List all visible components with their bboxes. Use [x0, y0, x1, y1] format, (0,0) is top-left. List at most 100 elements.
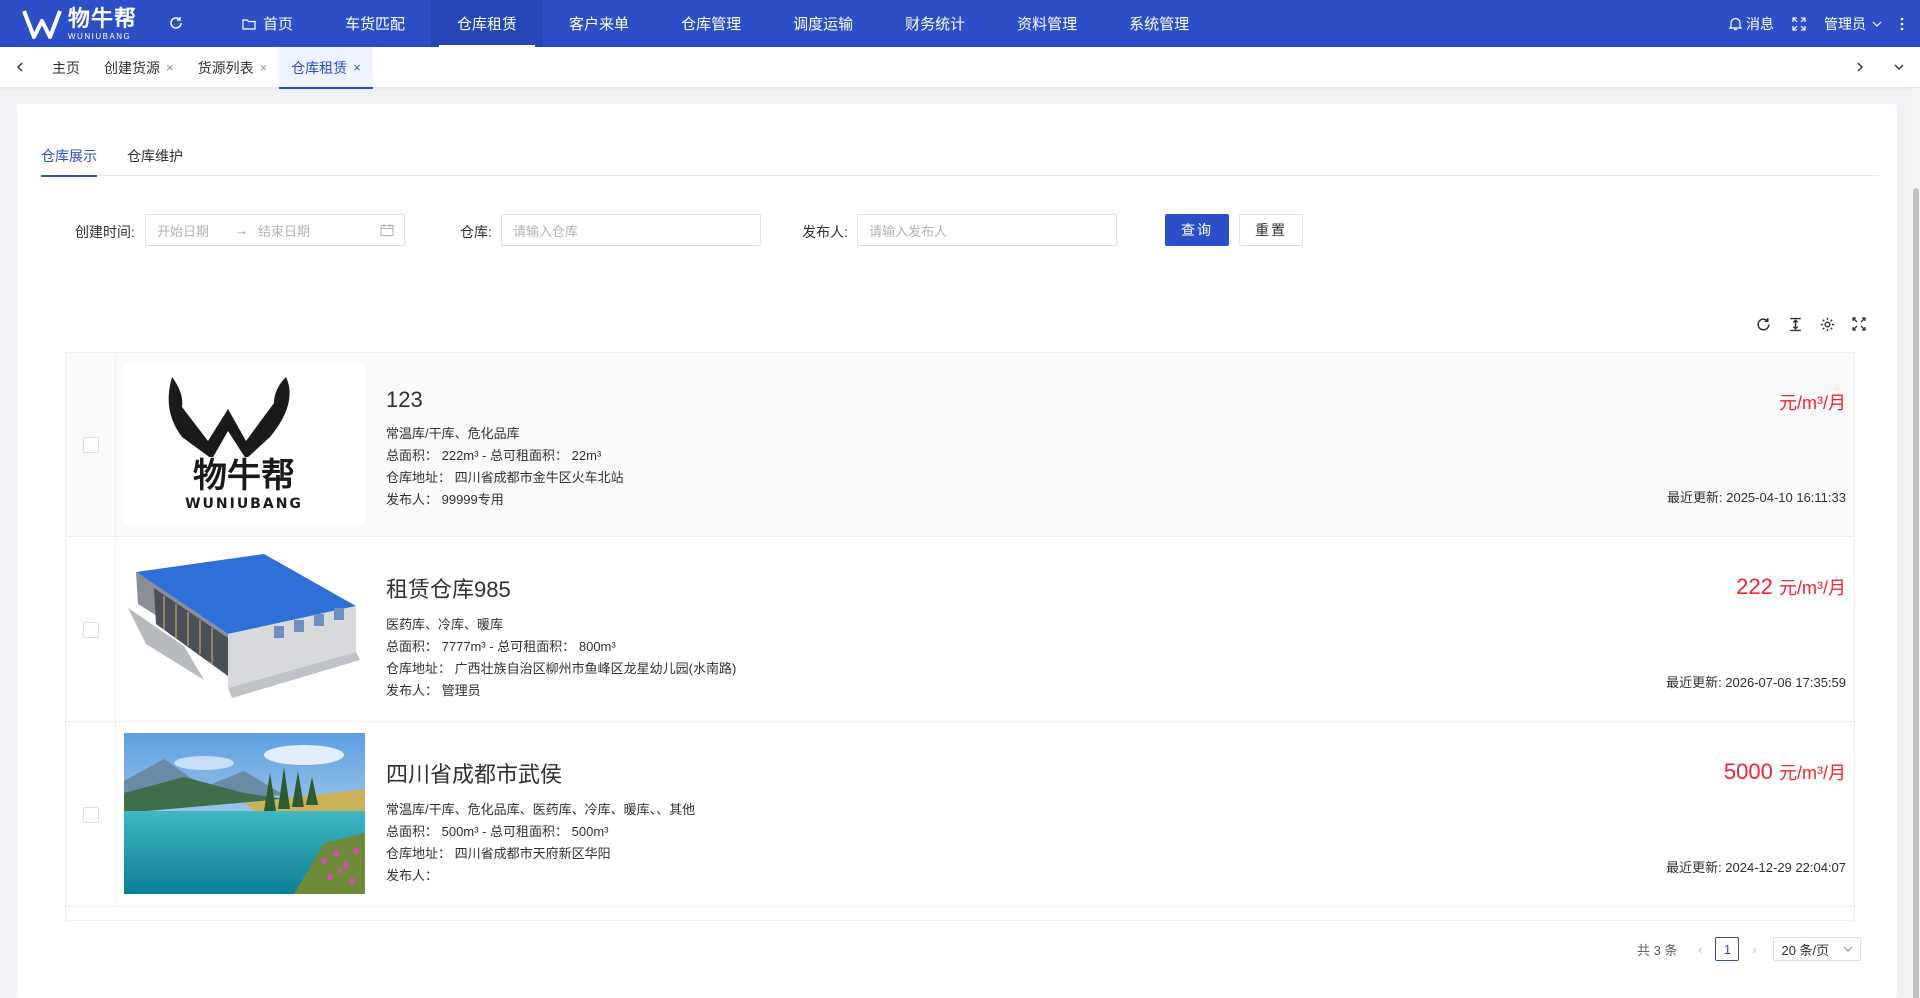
tag-create-cargo[interactable]: 创建货源 × — [92, 47, 186, 88]
end-date-input[interactable]: 结束日期 — [258, 221, 310, 240]
tags-dropdown-icon[interactable] — [1889, 57, 1909, 77]
table-toolbar — [1741, 314, 1869, 334]
warehouse-image-lake — [124, 733, 365, 894]
warehouse-label: 仓库: — [460, 224, 492, 240]
top-navbar: 物牛帮 WUNIUBANG 首页 车货匹配 仓库租赁 客户来单 仓库管理 调度运… — [0, 0, 1920, 47]
warehouse-input[interactable]: 请输入仓库 — [501, 214, 761, 246]
menu-item-vehicle-match[interactable]: 车货匹配 — [319, 0, 431, 47]
warehouse-types: 常温库/干库、危化品库、医药库、冷库、暖库、、其他 — [386, 802, 696, 817]
warehouse-address: 仓库地址： 广西壮族自治区柳州市鱼峰区龙星幼儿园(水南路) — [386, 661, 737, 676]
brand-name-en: WUNIUBANG — [68, 31, 132, 41]
warehouse-publisher: 发布人： 管理员 — [386, 683, 481, 698]
tags-bar: 主页 创建货源 × 货源列表 × 仓库租赁 × — [0, 47, 1920, 89]
warehouse-types: 医药库、冷库、暖库 — [386, 617, 504, 632]
user-menu[interactable]: 管理员 — [1824, 14, 1882, 34]
warehouse-list: 物牛帮 WUNIUBANG 123 常温库/干库、危化品库 总面积： 222m³… — [65, 352, 1855, 921]
messages-button[interactable]: 消息 — [1729, 14, 1774, 34]
close-icon[interactable]: × — [260, 60, 268, 75]
column-height-icon[interactable] — [1785, 314, 1805, 334]
row-checkbox[interactable] — [83, 437, 99, 453]
settings-gear-icon[interactable] — [1817, 314, 1837, 334]
menu-item-customer-orders[interactable]: 客户来单 — [543, 0, 655, 47]
last-updated: 最近更新: 2024-12-29 22:04:07 — [1666, 860, 1846, 875]
publisher-label: 发布人: — [802, 224, 848, 240]
menu-item-finance[interactable]: 财务统计 — [879, 0, 991, 47]
created-time-label: 创建时间: — [75, 224, 135, 240]
page-number[interactable]: 1 — [1715, 937, 1740, 961]
sub-tabs: 仓库展示 仓库维护 — [41, 136, 1879, 177]
scrollbar-thumb[interactable] — [1913, 188, 1919, 998]
row-checkbox[interactable] — [83, 807, 99, 823]
fullscreen-icon[interactable] — [1792, 16, 1806, 31]
warehouse-image-building — [124, 548, 365, 709]
arrow-right-icon: → — [235, 222, 249, 238]
chevron-down-icon — [1844, 946, 1853, 952]
warehouse-publisher: 发布人： — [386, 868, 439, 883]
start-date-input[interactable]: 开始日期 — [146, 221, 209, 240]
last-updated: 最近更新: 2025-04-10 16:11:33 — [1667, 490, 1846, 505]
warehouse-types: 常温库/干库、危化品库 — [386, 426, 520, 441]
warehouse-address: 仓库地址： 四川省成都市天府新区华阳 — [386, 846, 611, 861]
brand-logo[interactable]: 物牛帮 WUNIUBANG — [22, 6, 142, 42]
publisher-input[interactable]: 请输入发布人 — [857, 214, 1117, 246]
next-page-icon[interactable]: › — [1743, 942, 1765, 957]
warehouse-title: 123 — [386, 387, 423, 412]
bell-icon — [1729, 17, 1742, 30]
refresh-icon[interactable] — [166, 13, 186, 33]
brand-logo-mark — [22, 10, 62, 39]
main-menu: 首页 车货匹配 仓库租赁 客户来单 仓库管理 调度运输 财务统计 资料管理 系统… — [216, 0, 1215, 47]
brand-name: 物牛帮 — [68, 5, 138, 31]
menu-item-data-management[interactable]: 资料管理 — [991, 0, 1103, 47]
warehouse-area: 总面积： 222m³ - 总可租面积： 22m³ — [386, 448, 602, 463]
tags-list: 主页 创建货源 × 货源列表 × 仓库租赁 × — [40, 47, 373, 89]
tab-warehouse-maintenance[interactable]: 仓库维护 — [127, 136, 183, 176]
row-checkbox[interactable] — [83, 622, 99, 638]
menu-item-dispatch[interactable]: 调度运输 — [767, 0, 879, 47]
warehouse-price: 5000 元/m³/月 — [1723, 759, 1846, 784]
fullscreen-icon[interactable] — [1849, 314, 1869, 334]
tag-home[interactable]: 主页 — [40, 47, 92, 88]
more-icon[interactable] — [1900, 17, 1904, 31]
date-range-picker[interactable]: 开始日期 → 结束日期 — [145, 214, 405, 246]
folder-icon — [242, 18, 256, 30]
close-icon[interactable]: × — [353, 60, 361, 75]
warehouse-price: 222 元/m³/月 — [1736, 574, 1846, 599]
menu-item-warehouse-management[interactable]: 仓库管理 — [655, 0, 767, 47]
warehouse-area: 总面积： 500m³ - 总可租面积： 500m³ — [386, 824, 609, 839]
pagination: 共 3 条 ‹ 1 › 20 条/页 — [1637, 936, 1862, 962]
tag-cargo-list[interactable]: 货源列表 × — [186, 47, 280, 88]
top-right-actions: 消息 管理员 — [1711, 0, 1904, 47]
tab-warehouse-display[interactable]: 仓库展示 — [41, 136, 97, 177]
tags-scroll-right-icon[interactable] — [1850, 57, 1870, 77]
list-item[interactable]: 四川省成都市武侯 常温库/干库、危化品库、医药库、冷库、暖库、、其他 总面积： … — [66, 723, 1854, 907]
warehouse-image-logo: 物牛帮 WUNIUBANG — [124, 363, 365, 524]
tag-warehouse-rental[interactable]: 仓库租赁 × — [279, 47, 373, 89]
warehouse-area: 总面积： 7777m³ - 总可租面积： 800m³ — [386, 639, 616, 654]
warehouse-title: 租赁仓库985 — [386, 577, 511, 602]
menu-item-home[interactable]: 首页 — [216, 0, 319, 47]
close-icon[interactable]: × — [166, 60, 174, 75]
menu-item-system[interactable]: 系统管理 — [1103, 0, 1215, 47]
logo-image-text: 物牛帮 — [193, 456, 295, 496]
reset-button[interactable]: 重置 — [1239, 214, 1303, 246]
filter-form: 创建时间: 开始日期 → 结束日期 仓库: 请输入仓库 发布人: 请输入发布人 … — [17, 214, 1897, 248]
last-updated: 最近更新: 2026-07-06 17:35:59 — [1666, 675, 1846, 690]
menu-item-warehouse-rental[interactable]: 仓库租赁 — [431, 0, 544, 47]
warehouse-title: 四川省成都市武侯 — [386, 762, 563, 787]
tags-scroll-left-icon[interactable] — [10, 57, 30, 77]
page-scrollbar[interactable] — [1912, 88, 1920, 998]
refresh-icon[interactable] — [1753, 314, 1773, 334]
pagination-total: 共 3 条 — [1637, 942, 1678, 958]
query-button[interactable]: 查询 — [1165, 214, 1229, 246]
chevron-down-icon — [1872, 21, 1882, 27]
svg-text:WUNIUBANG: WUNIUBANG — [185, 496, 303, 512]
list-item[interactable]: 物牛帮 WUNIUBANG 123 常温库/干库、危化品库 总面积： 222m³… — [66, 353, 1854, 537]
calendar-icon — [380, 224, 394, 237]
warehouse-price: 元/m³/月 — [1779, 393, 1846, 413]
prev-page-icon[interactable]: ‹ — [1689, 942, 1711, 957]
page-size-select[interactable]: 20 条/页 — [1773, 937, 1862, 961]
warehouse-publisher: 发布人： 99999专用 — [386, 492, 504, 507]
list-item[interactable]: 租赁仓库985 医药库、冷库、暖库 总面积： 7777m³ - 总可租面积： 8… — [66, 538, 1854, 722]
warehouse-address: 仓库地址： 四川省成都市金牛区火车北站 — [386, 470, 624, 485]
main-card: 仓库展示 仓库维护 创建时间: 开始日期 → 结束日期 仓库: 请输入仓库 发布… — [17, 104, 1897, 998]
